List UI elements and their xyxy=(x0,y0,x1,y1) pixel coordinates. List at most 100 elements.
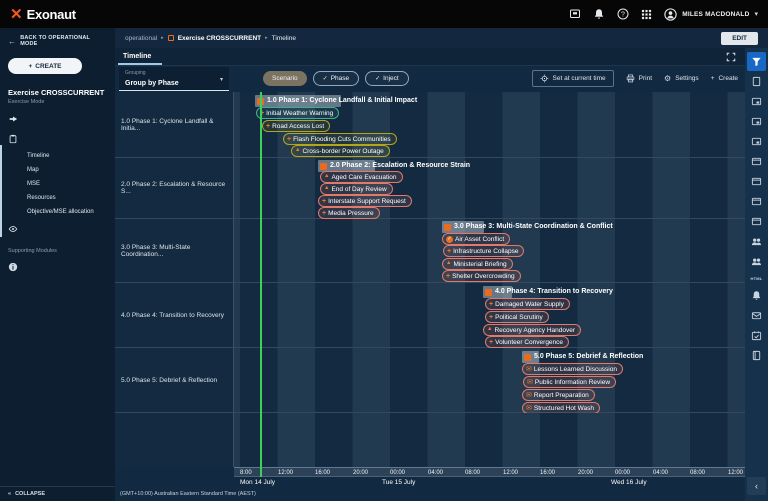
right-icon-rail: HTML ‹ xyxy=(745,48,768,501)
card-icon-3[interactable] xyxy=(747,132,766,151)
filter-icon[interactable] xyxy=(747,52,766,71)
inject-filter-chip[interactable]: ✓ Inject xyxy=(365,71,409,86)
inject-pill[interactable]: ▲Aged Care Evacuation xyxy=(320,171,403,183)
inject-pill[interactable]: +Flash Flooding Cuts Communities xyxy=(283,133,397,145)
apps-grid-icon[interactable] xyxy=(640,8,653,21)
edit-button[interactable]: EDIT xyxy=(721,32,758,45)
axis-tick: 20:00 xyxy=(353,470,368,476)
phase-row-3: 3.0 Phase 3: Multi-State Coordination...… xyxy=(115,218,745,282)
inject-pill[interactable]: ✉Report Preparation xyxy=(522,389,595,401)
phase-bar[interactable]: 3.0 Phase 3: Multi-State Coordination & … xyxy=(442,221,484,233)
inject-pill[interactable]: +Damaged Water Supply xyxy=(485,298,570,310)
collapse-panel-icon[interactable]: ‹ xyxy=(747,477,766,495)
inject-label: Shelter Overcrowding xyxy=(452,273,515,280)
set-at-current-time-button[interactable]: Set at current time xyxy=(532,70,614,87)
sidebar-item-mse[interactable]: MSE xyxy=(0,177,115,191)
settings-button[interactable]: ⚙ Settings xyxy=(664,75,699,83)
inject-label: Interstate Support Request xyxy=(328,198,406,205)
row-label: 1.0 Phase 1: Cyclone Landfall & Initia..… xyxy=(115,92,234,157)
scenario-filter-chip[interactable]: Scenario xyxy=(263,71,307,86)
inject-pill[interactable]: ✉Lessons Learned Discussion xyxy=(522,363,623,375)
axis-tick: 8:00 xyxy=(240,470,252,476)
sidebar-item-map[interactable]: Map xyxy=(0,163,115,177)
chat-icon[interactable] xyxy=(568,8,581,21)
inject-pill[interactable]: +Interstate Support Request xyxy=(318,195,412,207)
inject-pill[interactable]: ✓Air Asset Conflict xyxy=(442,233,510,245)
inject-label: Initial Weather Warning xyxy=(266,110,333,117)
phase-filter-chip[interactable]: ✓ Phase xyxy=(313,71,359,86)
users-icon-1[interactable] xyxy=(747,232,766,251)
document-icon[interactable] xyxy=(747,72,766,91)
top-app-bar: ✕ Exonaut ? MILES MACDONALD ▾ xyxy=(0,0,768,28)
inject-label: Flash Flooding Cuts Communities xyxy=(293,136,391,143)
phase-bar-label: 4.0 Phase 4: Transition to Recovery xyxy=(495,286,613,298)
sidebar-item-information-sets[interactable] xyxy=(0,257,115,277)
inject-pill[interactable]: +Volunteer Convergence xyxy=(485,336,569,348)
html-module-label[interactable]: HTML xyxy=(751,276,763,281)
phase-row-1: 1.0 Phase 1: Cyclone Landfall & Initia..… xyxy=(115,92,745,157)
inject-pill[interactable]: +Media Pressure xyxy=(318,207,380,219)
row-label: 3.0 Phase 3: Multi-State Coordination... xyxy=(115,219,234,282)
tab-timeline[interactable]: Timeline xyxy=(123,53,151,60)
print-button[interactable]: Print xyxy=(626,74,652,83)
card-icon-1[interactable] xyxy=(747,92,766,111)
inject-pill[interactable]: +Shelter Overcrowding xyxy=(442,270,521,282)
inject-pill[interactable]: +Infrastructure Collapse xyxy=(443,245,524,257)
inject-pill[interactable]: +Political Scrutiny xyxy=(485,311,549,323)
notifications-bell-icon[interactable] xyxy=(592,8,605,21)
sidebar-item-timeline[interactable]: Timeline xyxy=(0,149,115,163)
inject-pill[interactable]: ▲Cross-border Power Outage xyxy=(291,145,390,157)
avatar-icon xyxy=(664,8,677,21)
sidebar-collapse-button[interactable]: « COLLAPSE xyxy=(0,486,115,501)
inject-pill[interactable]: ▲Ministerial Briefing xyxy=(442,258,513,270)
envelope-icon: ✉ xyxy=(526,392,532,399)
sidebar-item-direct[interactable] xyxy=(0,109,115,129)
calendar-check-icon[interactable] xyxy=(747,326,766,345)
phase-row-2: 2.0 Phase 2: Escalation & Resource S... … xyxy=(115,157,745,218)
phase-bar[interactable]: 4.0 Phase 4: Transition to Recovery xyxy=(483,286,512,298)
sidebar-item-evaluate[interactable] xyxy=(0,219,115,239)
inject-pill[interactable]: +Initial Weather Warning xyxy=(256,107,339,119)
back-label: BACK TO OPERATIONAL MODE xyxy=(20,35,107,47)
grouping-select[interactable]: Grouping Group by Phase ▾ xyxy=(119,67,229,91)
phase-bar[interactable]: 5.0 Phase 5: Debrief & Reflection xyxy=(522,351,539,363)
fullscreen-icon[interactable] xyxy=(726,52,736,62)
inject-label: Public Information Review xyxy=(535,379,610,386)
phase-bar[interactable]: 1.0 Phase 1: Cyclone Landfall & Initial … xyxy=(255,95,341,107)
plus-icon: + xyxy=(287,136,291,143)
inject-pill[interactable]: +Road Access Lost xyxy=(262,120,330,132)
bell-icon[interactable] xyxy=(747,286,766,305)
window-icon-2[interactable] xyxy=(747,172,766,191)
axis-tick: 16:00 xyxy=(315,470,330,476)
timeline-toolbar: Grouping Group by Phase ▾ Scenario ✓ Pha… xyxy=(115,66,768,92)
axis-tick: 12:00 xyxy=(278,470,293,476)
breadcrumb-separator-icon: ▸ xyxy=(265,35,268,41)
inject-pill[interactable]: ▲End of Day Review xyxy=(320,183,393,195)
card-icon-2[interactable] xyxy=(747,112,766,131)
window-icon-3[interactable] xyxy=(747,192,766,211)
sidebar-item-objective-mse-allocation[interactable]: Objective/MSE allocation xyxy=(0,205,115,219)
mail-icon[interactable] xyxy=(747,306,766,325)
users-icon-2[interactable] xyxy=(747,252,766,271)
sidebar-item-plan[interactable] xyxy=(0,129,115,149)
inject-pill[interactable]: ▲Recovery Agency Handover xyxy=(483,324,581,336)
chevron-down-icon: ▾ xyxy=(754,10,758,18)
breadcrumb-exercise[interactable]: Exercise CROSSCURRENT xyxy=(178,35,261,42)
create-button[interactable]: + CREATE xyxy=(8,58,82,74)
breadcrumb-root[interactable]: operational xyxy=(125,35,157,42)
window-icon-1[interactable] xyxy=(747,152,766,171)
help-icon[interactable]: ? xyxy=(616,8,629,21)
user-menu[interactable]: MILES MACDONALD ▾ xyxy=(664,8,758,21)
axis-tick-strip[interactable]: 8:00 12:00 16:00 20:00 00:00 04:00 08:00… xyxy=(234,467,745,477)
create-inject-button[interactable]: + Create xyxy=(711,75,738,82)
breadcrumb: operational ▸ Exercise CROSSCURRENT ▸ Ti… xyxy=(125,35,296,42)
book-icon[interactable] xyxy=(747,346,766,365)
phase-marker-icon xyxy=(485,289,492,296)
chip-label: Phase xyxy=(331,75,349,82)
window-icon-4[interactable] xyxy=(747,212,766,231)
warning-icon: ▲ xyxy=(295,148,300,154)
inject-pill[interactable]: ✉Public Information Review xyxy=(523,376,616,388)
sidebar-item-resources[interactable]: Resources xyxy=(0,191,115,205)
back-to-operational-mode[interactable]: ← BACK TO OPERATIONAL MODE xyxy=(0,28,115,52)
warning-icon: ▲ xyxy=(487,327,492,333)
